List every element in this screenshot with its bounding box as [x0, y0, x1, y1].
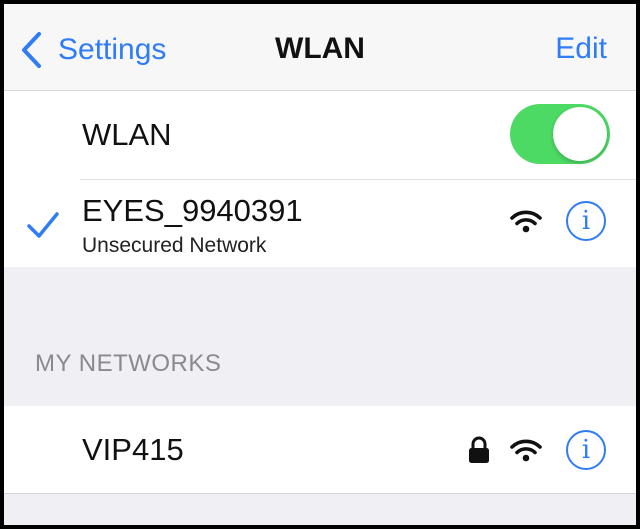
wifi-icon	[510, 439, 542, 462]
network-name: VIP415	[82, 432, 184, 467]
connected-network-subtitle: Unsecured Network	[82, 234, 267, 257]
wifi-icon	[510, 210, 542, 233]
checkmark-icon	[27, 212, 59, 238]
info-icon[interactable]: i	[566, 201, 606, 241]
page-title: WLAN	[275, 32, 365, 65]
connected-network-name: EYES_9940391	[82, 193, 303, 228]
navigation-bar: Settings WLAN Edit	[4, 4, 636, 91]
wlan-settings-screen: Settings WLAN Edit WLAN EYES_9940391 Uns…	[4, 4, 636, 525]
lock-icon	[469, 436, 489, 463]
connected-network-row[interactable]: EYES_9940391 Unsecured Network i	[4, 179, 636, 267]
wlan-group: WLAN EYES_9940391 Unsecured Network i	[4, 91, 636, 267]
divider	[4, 493, 636, 494]
edit-button[interactable]: Edit	[555, 32, 607, 66]
wlan-toggle-row: WLAN	[4, 91, 636, 179]
wlan-toggle-label: WLAN	[82, 117, 172, 152]
toggle-knob	[553, 107, 607, 161]
info-icon[interactable]: i	[566, 430, 606, 470]
wlan-toggle-switch[interactable]	[510, 104, 610, 164]
my-networks-header: MY NETWORKS	[35, 350, 222, 377]
my-networks-group: VIP415 i	[4, 406, 636, 494]
network-row-vip415[interactable]: VIP415 i	[4, 406, 636, 494]
